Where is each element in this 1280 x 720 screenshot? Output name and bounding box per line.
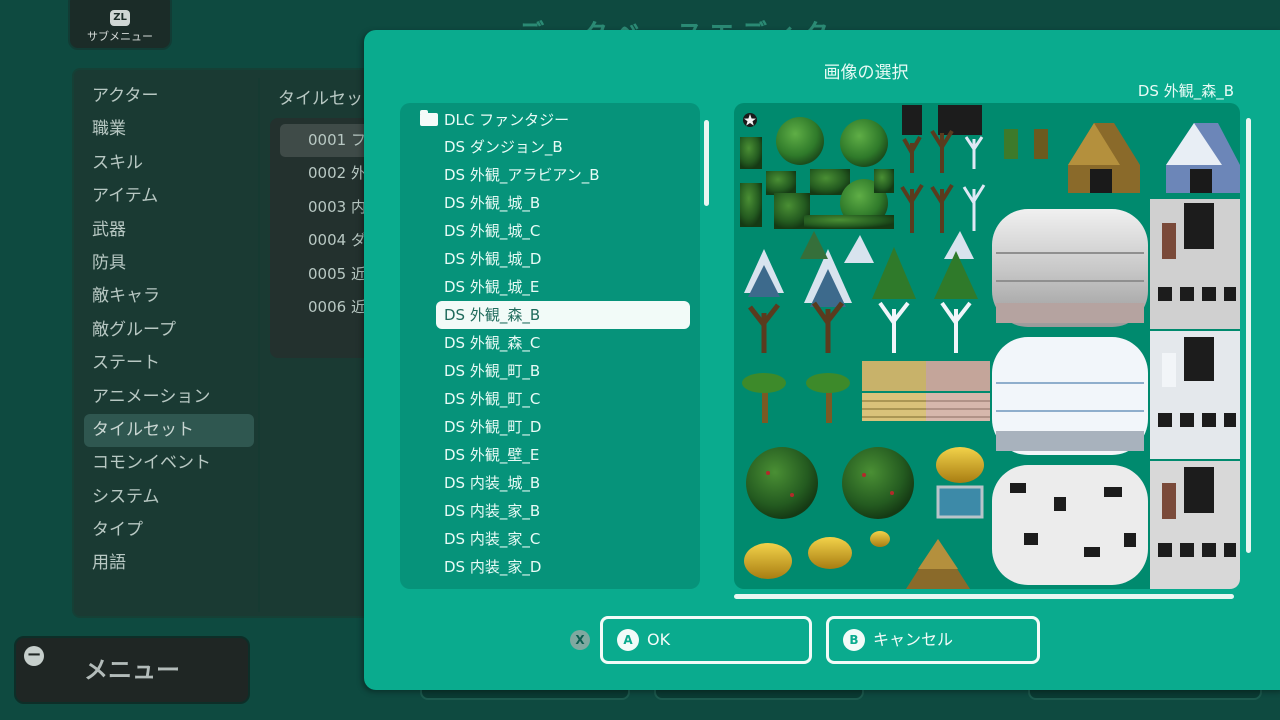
db-menu-item-actor[interactable]: アクター bbox=[84, 80, 254, 113]
db-menu-item-common-event[interactable]: コモンイベント bbox=[84, 447, 254, 480]
file-list-scrollbar[interactable] bbox=[704, 120, 709, 206]
db-menu-item-state[interactable]: ステート bbox=[84, 347, 254, 380]
submenu-label: サブメニュー bbox=[87, 30, 153, 43]
panel-divider bbox=[258, 78, 260, 612]
db-menu-item-class[interactable]: 職業 bbox=[84, 113, 254, 146]
db-menu-item-type[interactable]: タイプ bbox=[84, 514, 254, 547]
file-list-item[interactable]: DS ダンジョン_B bbox=[436, 133, 690, 161]
file-list-item[interactable]: DS 内装_家_B bbox=[436, 497, 690, 525]
submenu-button[interactable]: ZL サブメニュー bbox=[68, 0, 172, 50]
menu-button[interactable]: − メニュー bbox=[14, 636, 250, 704]
ok-button-label: OK bbox=[647, 630, 671, 649]
db-menu-item-tileset[interactable]: タイルセット bbox=[84, 413, 254, 448]
db-menu-item-skill[interactable]: スキル bbox=[84, 147, 254, 180]
db-menu-item-enemy[interactable]: 敵キャラ bbox=[84, 280, 254, 313]
image-select-dialog: 画像の選択 DS 外観_森_B DLC ファンタジー DS ダンジョン_B DS… bbox=[364, 30, 1280, 690]
folder-row[interactable]: DLC ファンタジー bbox=[420, 109, 569, 131]
file-list-item-selected[interactable]: DS 外観_森_B bbox=[436, 301, 690, 329]
zl-button-icon: ZL bbox=[110, 10, 130, 26]
folder-icon bbox=[420, 110, 438, 126]
file-list-item[interactable]: DS 内装_家_C bbox=[436, 525, 690, 553]
preview-horizontal-scrollbar[interactable] bbox=[734, 594, 1234, 599]
file-list-item[interactable]: DS 外観_町_D bbox=[436, 413, 690, 441]
file-list-item[interactable]: DS 外観_壁_E bbox=[436, 441, 690, 469]
cancel-button-label: キャンセル bbox=[873, 630, 954, 649]
file-list-item[interactable]: DS 外観_町_B bbox=[436, 357, 690, 385]
database-panel: アクター 職業 スキル アイテム 武器 防具 敵キャラ 敵グループ ステート ア… bbox=[72, 68, 380, 618]
file-list-item[interactable]: DS 内装_城_B bbox=[436, 469, 690, 497]
file-list-item[interactable]: DS 外観_アラビアン_B bbox=[436, 161, 690, 189]
folder-label: DLC ファンタジー bbox=[444, 111, 570, 129]
x-button-icon: X bbox=[570, 630, 590, 650]
menu-button-label: メニュー bbox=[84, 656, 180, 684]
db-menu-item-troop[interactable]: 敵グループ bbox=[84, 314, 254, 347]
db-menu-item-system[interactable]: システム bbox=[84, 481, 254, 514]
file-list-item[interactable]: DS 内装_家_D bbox=[436, 553, 690, 581]
ok-button[interactable]: A OK bbox=[600, 616, 812, 664]
db-menu-item-animation[interactable]: アニメーション bbox=[84, 381, 254, 414]
db-menu-item-item[interactable]: アイテム bbox=[84, 180, 254, 213]
b-button-icon: B bbox=[843, 629, 865, 651]
file-list-item[interactable]: DS 外観_城_C bbox=[436, 217, 690, 245]
file-list-item[interactable]: DS 外観_城_E bbox=[436, 273, 690, 301]
a-button-icon: A bbox=[617, 629, 639, 651]
tileset-list-item[interactable]: 0001 フ bbox=[280, 124, 374, 158]
tileset-header: タイルセッ bbox=[278, 89, 363, 109]
db-menu-item-armor[interactable]: 防具 bbox=[84, 247, 254, 280]
image-file-list: DLC ファンタジー DS ダンジョン_B DS 外観_アラビアン_B DS 外… bbox=[400, 103, 700, 589]
db-menu-item-terms[interactable]: 用語 bbox=[84, 547, 254, 580]
file-list-item[interactable]: DS 外観_町_C bbox=[436, 385, 690, 413]
database-menu: アクター 職業 スキル アイテム 武器 防具 敵キャラ 敵グループ ステート ア… bbox=[84, 80, 254, 581]
selected-image-name: DS 外観_森_B bbox=[1137, 82, 1234, 100]
tileset-preview-image bbox=[740, 105, 1240, 589]
minus-button-icon: − bbox=[24, 646, 44, 666]
file-list-item[interactable]: DS 外観_森_C bbox=[436, 329, 690, 357]
file-items: DS ダンジョン_B DS 外観_アラビアン_B DS 外観_城_B DS 外観… bbox=[436, 133, 690, 581]
file-list-item[interactable]: DS 外観_城_D bbox=[436, 245, 690, 273]
cancel-button[interactable]: B キャンセル bbox=[826, 616, 1040, 664]
preview-vertical-scrollbar[interactable] bbox=[1246, 118, 1251, 553]
tileset-image-preview[interactable] bbox=[734, 103, 1240, 589]
db-menu-item-weapon[interactable]: 武器 bbox=[84, 214, 254, 247]
file-list-item[interactable]: DS 外観_城_B bbox=[436, 189, 690, 217]
